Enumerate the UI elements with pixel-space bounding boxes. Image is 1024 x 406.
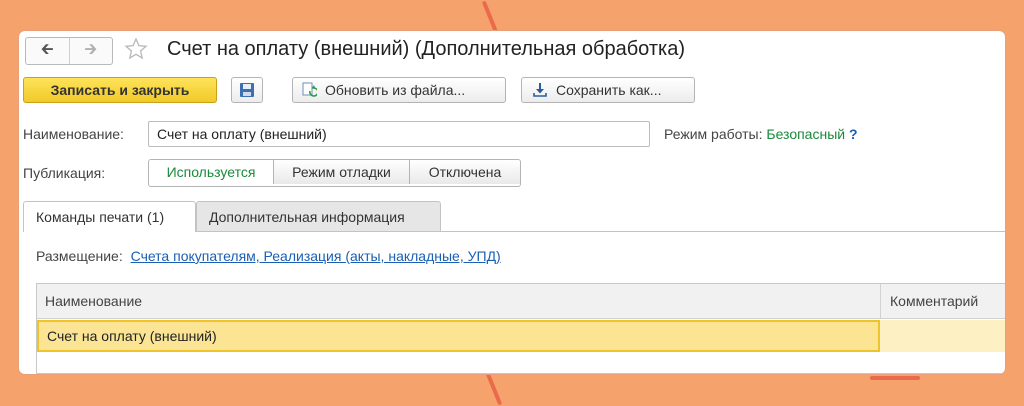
refresh-file-icon	[301, 82, 325, 98]
forward-button[interactable]: 🡲	[68, 38, 113, 64]
column-header-comment[interactable]: Комментарий	[890, 284, 978, 318]
page-title: Счет на оплату (внешний) (Дополнительная…	[167, 38, 685, 60]
table-cell-name[interactable]: Счет на оплату (внешний)	[37, 320, 880, 352]
save-and-close-button[interactable]: Записать и закрыть	[23, 77, 217, 103]
publication-option-used[interactable]: Используется	[149, 160, 273, 184]
mode-label: Режим работы:	[664, 126, 763, 142]
name-label: Наименование:	[23, 126, 124, 142]
background-stroke	[870, 376, 920, 380]
placement-label: Размещение:	[36, 248, 123, 264]
save-as-label: Сохранить как...	[556, 82, 662, 98]
update-from-file-button[interactable]: Обновить из файла...	[292, 77, 506, 103]
publication-option-debug[interactable]: Режим отладки	[273, 160, 409, 184]
tab-print-commands[interactable]: Команды печати (1)	[23, 201, 196, 232]
placement-row: Размещение: Счета покупателям, Реализаци…	[36, 248, 501, 264]
arrow-right-icon: 🡲	[84, 40, 98, 58]
update-from-file-label: Обновить из файла...	[325, 82, 466, 98]
mode-row: Режим работы: Безопасный ?	[664, 126, 858, 142]
tab-additional-info[interactable]: Дополнительная информация	[196, 201, 441, 231]
column-separator	[880, 284, 881, 318]
favorite-star-icon[interactable]	[124, 37, 148, 61]
table-header: Наименование Комментарий	[37, 284, 1005, 319]
background-stroke	[481, 0, 499, 34]
help-icon[interactable]: ?	[849, 126, 858, 142]
arrow-left-icon: 🡰	[40, 40, 54, 58]
form-window: 🡰 🡲 Счет на оплату (внешний) (Дополнител…	[19, 31, 1005, 374]
name-field[interactable]: Счет на оплату (внешний)	[148, 121, 650, 147]
publication-option-disabled[interactable]: Отключена	[409, 160, 520, 184]
save-button[interactable]	[231, 77, 263, 103]
publication-label: Публикация:	[23, 165, 106, 181]
mode-value-link[interactable]: Безопасный	[766, 126, 845, 142]
column-header-name[interactable]: Наименование	[45, 284, 142, 318]
publication-switch: Используется Режим отладки Отключена	[148, 159, 521, 187]
background-stroke	[485, 372, 503, 406]
placement-link[interactable]: Счета покупателям, Реализация (акты, нак…	[131, 248, 501, 264]
save-as-button[interactable]: Сохранить как...	[521, 77, 695, 103]
table-row[interactable]: Счет на оплату (внешний)	[37, 320, 1005, 352]
print-commands-table: Наименование Комментарий Счет на оплату …	[36, 283, 1005, 374]
navigation-group: 🡰 🡲	[25, 37, 113, 65]
download-icon	[532, 82, 556, 98]
back-button[interactable]: 🡰	[26, 38, 69, 64]
floppy-disk-icon	[239, 82, 255, 98]
